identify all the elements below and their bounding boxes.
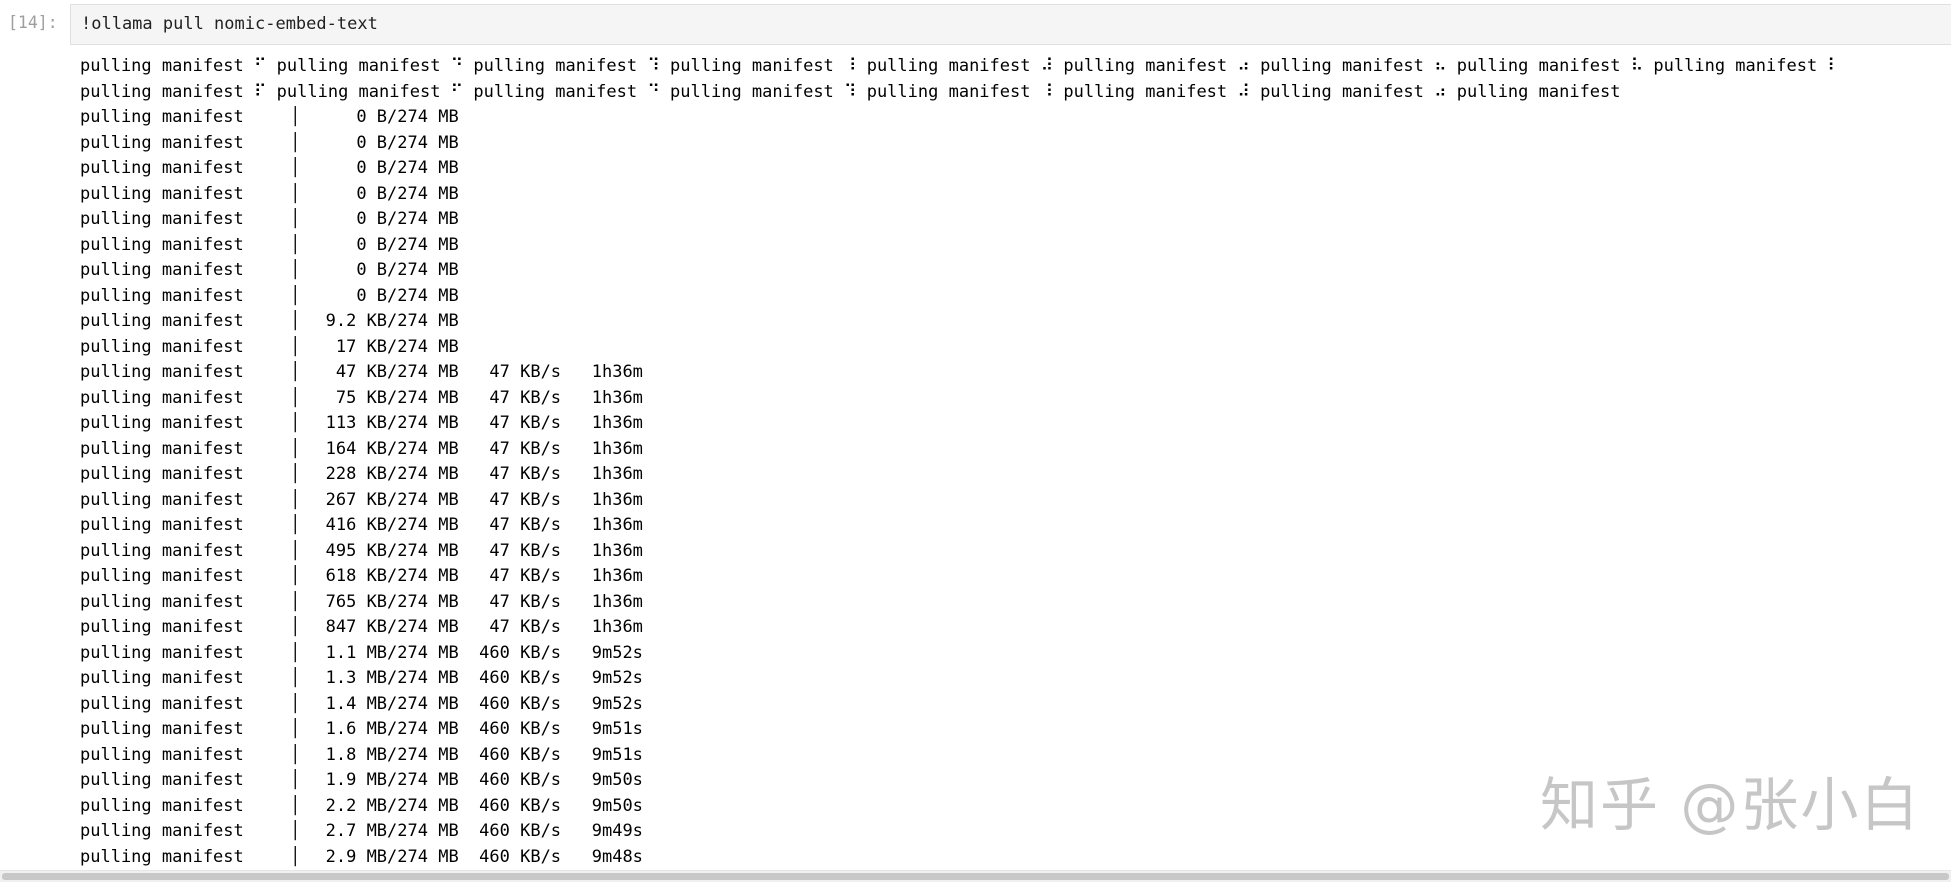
output-line: pulling manifest ▏ 0 B/274 MB (80, 132, 459, 153)
output-line: pulling manifest ▏ 495 KB/274 MB 47 KB/s… (80, 540, 643, 561)
output-line: pulling manifest ▏ 765 KB/274 MB 47 KB/s… (80, 591, 643, 612)
output-line: pulling manifest ▏ 228 KB/274 MB 47 KB/s… (80, 464, 643, 484)
output-line: pulling manifest ▏ 1.6 MB/274 MB 460 KB/… (80, 719, 643, 739)
code-input-text: !ollama pull nomic-embed-text (81, 14, 378, 34)
output-line: pulling manifest ▏ 164 KB/274 MB 47 KB/s… (80, 438, 643, 459)
watermark: 知乎 @张小白 (1540, 771, 1921, 839)
output-line: pulling manifest ▏ 267 KB/274 MB 47 KB/s… (80, 489, 643, 510)
code-input[interactable]: !ollama pull nomic-embed-text (70, 4, 1951, 45)
horizontal-scrollbar[interactable] (0, 870, 1951, 882)
cell-output: pulling manifest ⠋ pulling manifest ⠙ pu… (80, 54, 1940, 870)
output-line: pulling manifest ▏ 847 KB/274 MB 47 KB/s… (80, 617, 643, 637)
output-line: pulling manifest ▏ 0 B/274 MB (80, 234, 459, 255)
output-line: pulling manifest ▏ 0 B/274 MB (80, 285, 459, 306)
output-line: pulling manifest ▏ 2.9 MB/274 MB 460 KB/… (80, 846, 643, 867)
output-line: pulling manifest ▏ 1.1 MB/274 MB 460 KB/… (80, 642, 643, 663)
execution-count: [14]: (8, 13, 58, 32)
output-line: pulling manifest ▏ 113 KB/274 MB 47 KB/s… (80, 413, 643, 433)
output-line: pulling manifest ▏ 0 B/274 MB (80, 183, 459, 204)
scrollbar-thumb[interactable] (2, 873, 1949, 880)
output-line: pulling manifest ▏ 0 B/274 MB (80, 158, 459, 178)
output-line: pulling manifest ▏ 9.2 KB/274 MB (80, 311, 459, 331)
output-line: pulling manifest ▏ 618 KB/274 MB 47 KB/s… (80, 566, 643, 586)
notebook-cell[interactable]: [14]: !ollama pull nomic-embed-text pull… (0, 0, 1951, 870)
output-line: pulling manifest ⠏ pulling manifest ⠋ pu… (80, 81, 1621, 102)
output-line: pulling manifest ▏ 0 B/274 MB (80, 107, 459, 127)
output-line: pulling manifest ▏ 75 KB/274 MB 47 KB/s … (80, 387, 643, 408)
output-line: pulling manifest ⠋ pulling manifest ⠙ pu… (80, 56, 1840, 76)
output-line: pulling manifest ▏ 1.4 MB/274 MB 460 KB/… (80, 693, 643, 714)
output-line: pulling manifest ▏ 1.8 MB/274 MB 460 KB/… (80, 744, 643, 765)
output-line: pulling manifest ▏ 47 KB/274 MB 47 KB/s … (80, 362, 643, 382)
output-line: pulling manifest ▏ 0 B/274 MB (80, 209, 459, 229)
output-line: pulling manifest ▏ 1.3 MB/274 MB 460 KB/… (80, 668, 643, 688)
output-line: pulling manifest ▏ 0 B/274 MB (80, 260, 459, 280)
output-line: pulling manifest ▏ 17 KB/274 MB (80, 336, 459, 357)
output-line: pulling manifest ▏ 416 KB/274 MB 47 KB/s… (80, 515, 643, 535)
